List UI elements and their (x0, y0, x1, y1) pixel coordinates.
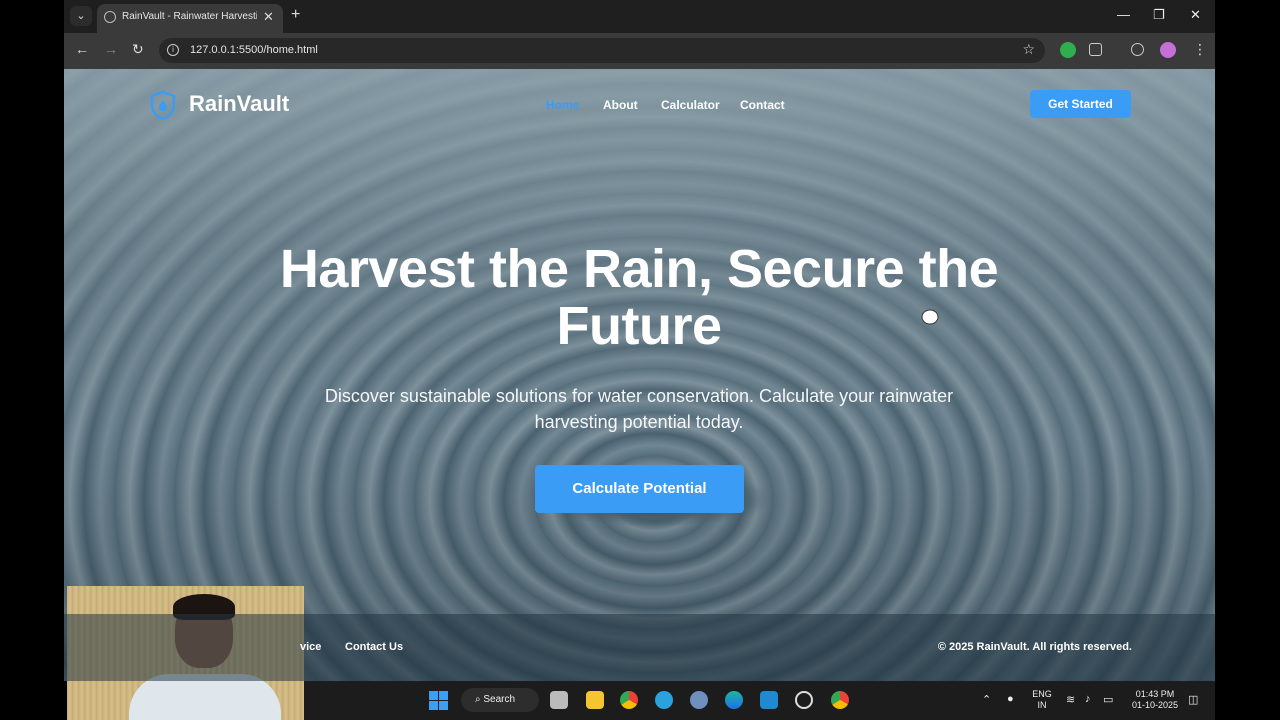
tray-chevron-icon[interactable]: ⌃ (982, 693, 991, 706)
file-explorer-icon[interactable] (586, 691, 604, 709)
vscode-icon[interactable] (760, 691, 778, 709)
clock-time: 01:43 PM (1135, 689, 1175, 699)
profile-avatar[interactable] (1160, 42, 1176, 58)
telegram-icon[interactable] (655, 691, 673, 709)
menu-kebab-icon[interactable]: ⋮ (1193, 41, 1207, 58)
clock[interactable]: 01:43 PM 01-10-2025 (1127, 689, 1183, 711)
tab-strip: ⌄ RainVault - Rainwater Harvesting ✕ + —… (64, 0, 1215, 33)
tab-active[interactable]: RainVault - Rainwater Harvesting ✕ (97, 4, 283, 33)
lang-code: ENG (1032, 689, 1052, 699)
tab-close-icon[interactable]: ✕ (263, 9, 274, 25)
url-text[interactable]: 127.0.0.1:5500/home.html (190, 44, 318, 56)
copyright-text: © 2025 RainVault. All rights reserved. (937, 641, 1132, 653)
browser-toolbar: ← → ↻ i 127.0.0.1:5500/home.html ☆ ⋮ (64, 33, 1215, 69)
clock-date: 01-10-2025 (1131, 700, 1179, 710)
forward-icon[interactable]: → (104, 41, 118, 57)
tab-title: RainVault - Rainwater Harvesting (122, 11, 257, 22)
footer-link-service[interactable]: vice (300, 641, 321, 653)
reload-icon[interactable]: ↻ (132, 41, 144, 58)
nav-calculator[interactable]: Calculator (661, 98, 720, 112)
battery-icon[interactable]: ▭ (1103, 693, 1113, 706)
bookmark-star-icon[interactable]: ☆ (1022, 41, 1035, 58)
nav-home[interactable]: Home (546, 98, 579, 112)
chrome-icon[interactable] (620, 691, 638, 709)
get-started-button[interactable]: Get Started (1030, 90, 1131, 118)
hero-subtitle: Discover sustainable solutions for water… (324, 386, 954, 432)
language-indicator[interactable]: ENG IN (1031, 689, 1053, 711)
hero-title: Harvest the Rain, Secure the Future (279, 239, 999, 356)
wifi-icon[interactable]: ≋ (1066, 693, 1075, 706)
r-app-icon[interactable] (690, 691, 708, 709)
footer-link-contact[interactable]: Contact Us (345, 641, 403, 653)
globe-icon (104, 11, 116, 23)
extension-green-icon[interactable] (1060, 42, 1076, 58)
calculate-potential-button[interactable]: Calculate Potential (535, 465, 744, 513)
address-bar[interactable]: i 127.0.0.1:5500/home.html ☆ (159, 38, 1045, 63)
taskbar-search[interactable]: ⌕ Search (461, 688, 539, 712)
nav-about[interactable]: About (603, 98, 638, 112)
notifications-icon[interactable]: ◫ (1188, 693, 1198, 706)
minimize-button[interactable]: — (1117, 7, 1130, 22)
tab-search-button[interactable]: ⌄ (70, 6, 92, 26)
microphone-icon[interactable]: ● (1007, 693, 1014, 705)
taskbar-search-label: Search (483, 694, 516, 705)
new-tab-button[interactable]: + (291, 6, 300, 24)
os-taskbar: ⌕ Search ⌃ ● ENG IN ≋ ♪ ▭ 01:43 PM 01-10… (304, 681, 1215, 720)
nav-contact[interactable]: Contact (740, 98, 785, 112)
extensions-puzzle-icon[interactable] (1089, 43, 1102, 56)
shield-logo-icon (150, 90, 176, 120)
close-window-button[interactable]: ✕ (1190, 7, 1201, 23)
edge-icon[interactable] (725, 691, 743, 709)
brand-name[interactable]: RainVault (189, 91, 289, 117)
chrome-profile-icon[interactable] (831, 691, 849, 709)
sync-icon[interactable] (1131, 43, 1144, 56)
restore-button[interactable]: ❐ (1153, 7, 1165, 23)
lang-region: IN (1037, 700, 1047, 710)
volume-icon[interactable]: ♪ (1085, 693, 1091, 705)
back-icon[interactable]: ← (75, 41, 89, 57)
hand-cursor-icon (921, 309, 939, 325)
site-info-icon[interactable]: i (167, 44, 179, 56)
app-icon[interactable] (795, 691, 813, 709)
task-view-icon[interactable] (550, 691, 568, 709)
windows-start-icon[interactable] (429, 691, 448, 710)
